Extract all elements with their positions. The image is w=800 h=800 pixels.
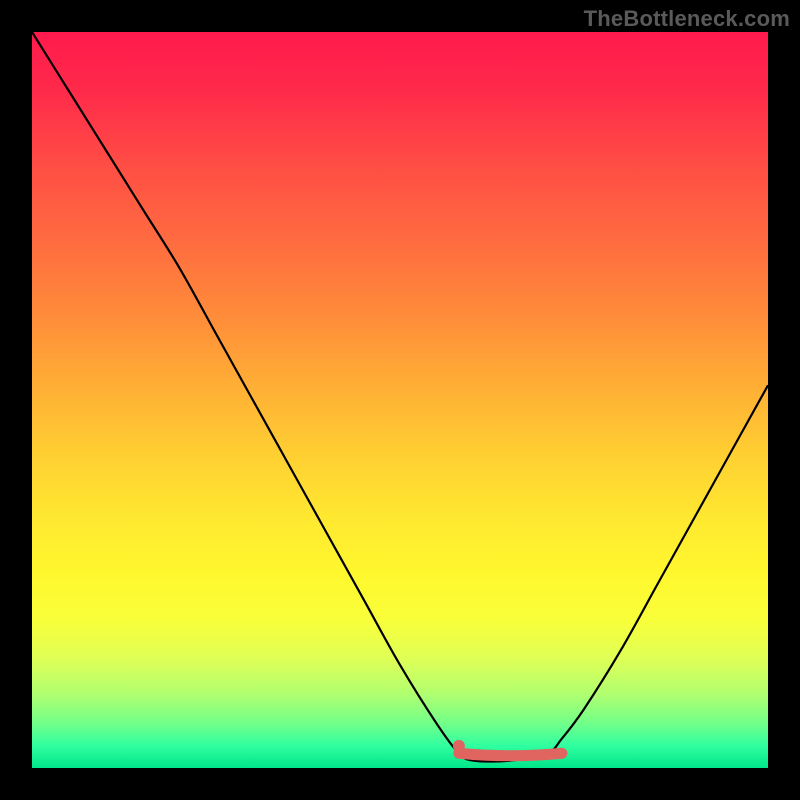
watermark-text: TheBottleneck.com: [584, 6, 790, 32]
plot-area: [32, 32, 768, 768]
curve-layer: [32, 32, 768, 768]
bottleneck-chart: TheBottleneck.com: [0, 0, 800, 800]
bottleneck-curve-path: [32, 32, 768, 762]
optimal-start-marker: [453, 740, 465, 752]
optimal-range-band: [459, 753, 562, 756]
